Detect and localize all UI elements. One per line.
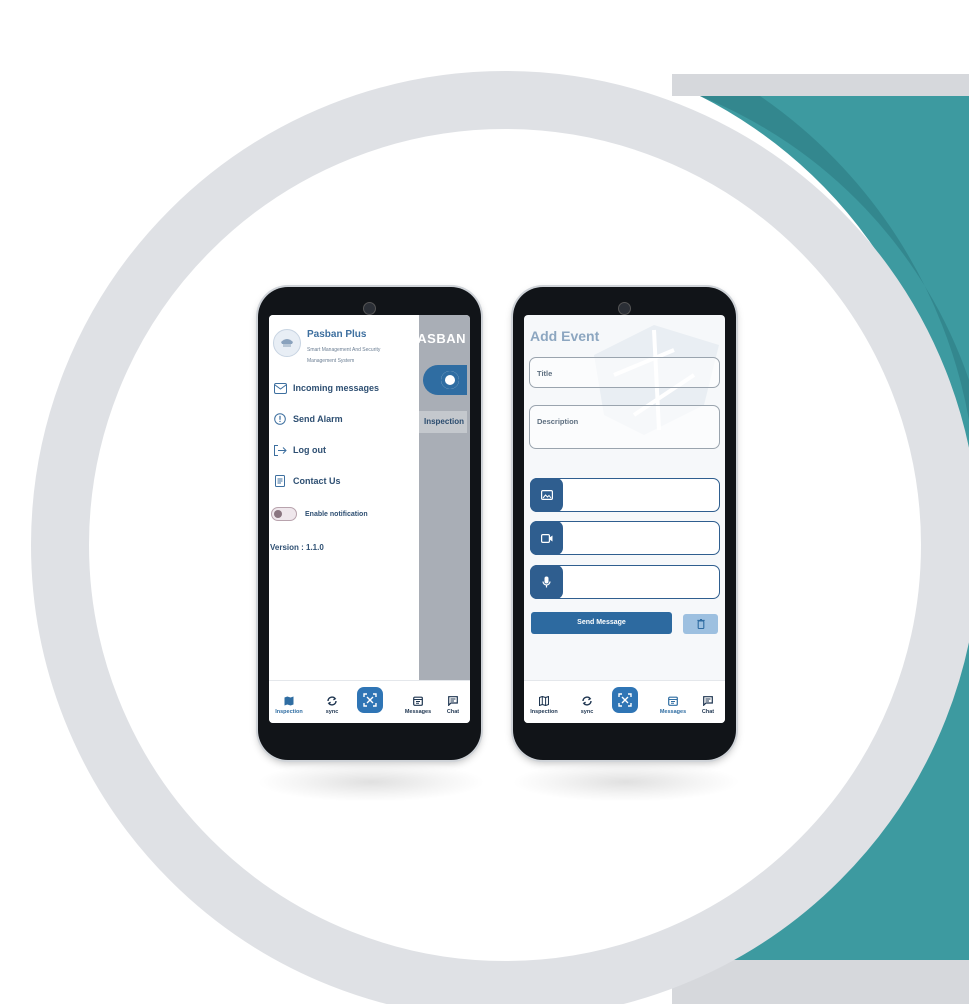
microphone-icon	[542, 576, 551, 588]
toggle-button[interactable]	[423, 365, 467, 395]
bottom-nav: Inspection sync Messages Chat	[269, 680, 470, 723]
nav-label: Inspection	[275, 709, 303, 715]
menu-item-contact-us[interactable]: Contact Us	[273, 472, 341, 490]
menu-item-label: Incoming messages	[293, 383, 380, 393]
notification-switch[interactable]	[271, 507, 297, 521]
phone-shadow	[256, 762, 486, 802]
notification-toggle-row[interactable]: Enable notification	[271, 507, 368, 521]
alert-icon	[273, 412, 287, 426]
scan-icon	[363, 693, 377, 707]
map-underlay: PASBAN Inspection	[409, 315, 470, 691]
switch-knob	[274, 510, 282, 518]
scan-button[interactable]	[612, 687, 638, 713]
title-input[interactable]: Title	[529, 357, 720, 388]
page-title: Add Event	[530, 328, 600, 344]
image-attachment-row[interactable]	[530, 478, 720, 512]
map-icon	[539, 696, 549, 706]
map-background-graphic	[594, 325, 719, 435]
camera-icon	[363, 302, 376, 315]
nav-label: sync	[325, 709, 339, 715]
navigation-drawer: Pasban Plus Smart Management And Securit…	[269, 315, 419, 691]
nav-messages[interactable]: Messages	[400, 696, 436, 715]
notification-label: Enable notification	[305, 510, 368, 518]
nav-label: Chat	[701, 709, 715, 715]
microphone-button[interactable]	[530, 565, 563, 599]
nav-sync[interactable]: sync	[569, 696, 605, 715]
menu-item-send-alarm[interactable]: Send Alarm	[273, 410, 343, 428]
background-graphic	[31, 71, 969, 1004]
chat-icon	[703, 696, 713, 706]
right-phone: Add Event Title Description Send Message	[513, 287, 736, 760]
phone-shadow	[511, 762, 741, 802]
camera-icon	[618, 302, 631, 315]
image-icon	[540, 490, 553, 500]
bottom-nav: Inspection sync Messages Chat	[524, 680, 725, 723]
app-logo-icon	[273, 329, 301, 357]
nav-messages[interactable]: Messages	[655, 696, 691, 715]
video-button[interactable]	[530, 521, 563, 555]
menu-item-incoming-messages[interactable]: Incoming messages	[273, 379, 379, 397]
image-button[interactable]	[530, 478, 563, 512]
app-subtitle-line2: Management System	[307, 358, 355, 364]
nav-label: Messages	[659, 709, 687, 715]
trash-icon	[696, 619, 705, 629]
nav-sync[interactable]: sync	[314, 696, 350, 715]
nav-inspection[interactable]: Inspection	[271, 696, 307, 715]
nav-label: Messages	[404, 709, 432, 715]
description-input[interactable]: Description	[529, 405, 720, 449]
document-icon	[273, 474, 287, 488]
chat-icon	[448, 696, 458, 706]
send-message-button[interactable]: Send Message	[531, 612, 672, 634]
nav-label: Inspection	[530, 709, 558, 715]
scan-icon	[618, 693, 632, 707]
right-phone-screen: Add Event Title Description Send Message	[524, 315, 725, 723]
audio-attachment-row[interactable]	[530, 565, 720, 599]
nav-label: sync	[580, 709, 594, 715]
menu-item-label: Send Alarm	[293, 414, 343, 424]
video-icon	[540, 533, 552, 543]
video-attachment-row[interactable]	[530, 521, 720, 555]
mail-icon	[273, 381, 287, 395]
sync-icon	[327, 696, 337, 706]
calendar-icon	[668, 696, 678, 706]
left-phone: PASBAN Inspection Pasban Plus Smart Mana…	[258, 287, 481, 760]
menu-item-log-out[interactable]: Log out	[273, 441, 326, 459]
nav-chat[interactable]: Chat	[435, 696, 470, 715]
delete-button[interactable]	[683, 614, 718, 634]
toggle-knob	[441, 371, 459, 389]
version-label: Version : 1.1.0	[270, 543, 324, 552]
logout-icon	[273, 443, 287, 457]
calendar-icon	[413, 696, 423, 706]
menu-item-label: Contact Us	[293, 476, 341, 486]
menu-item-label: Log out	[293, 445, 326, 455]
app-subtitle: Smart Management And Security Management…	[307, 345, 417, 367]
left-phone-screen: PASBAN Inspection Pasban Plus Smart Mana…	[269, 315, 470, 723]
app-name: Pasban Plus	[307, 329, 367, 340]
app-subtitle-line1: Smart Management And Security	[307, 347, 381, 353]
nav-label: Chat	[446, 709, 460, 715]
scan-button[interactable]	[357, 687, 383, 713]
nav-chat[interactable]: Chat	[690, 696, 725, 715]
map-icon	[284, 696, 294, 706]
nav-inspection[interactable]: Inspection	[526, 696, 562, 715]
sync-icon	[582, 696, 592, 706]
